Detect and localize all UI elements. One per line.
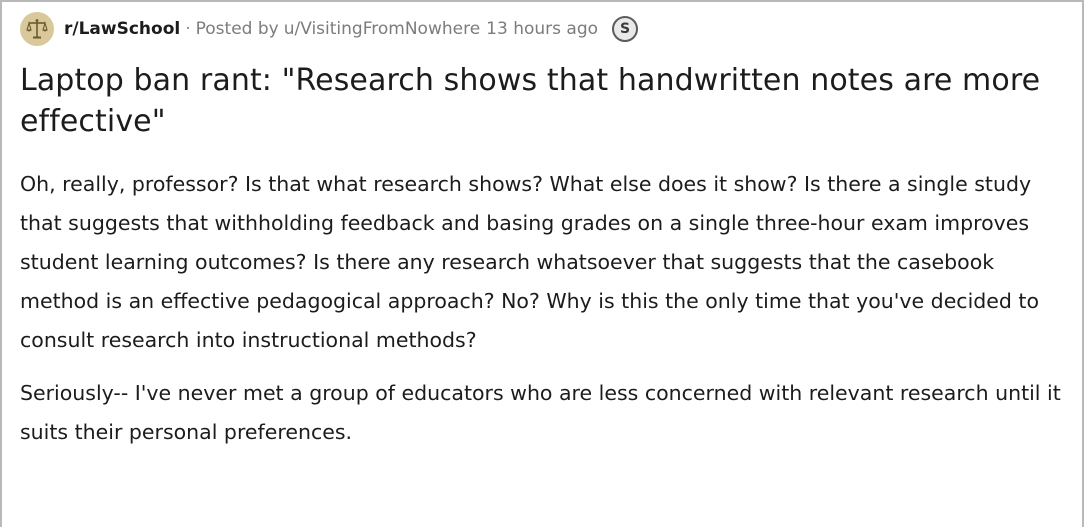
meta-separator: · <box>185 19 191 39</box>
post-body: Oh, really, professor? Is that what rese… <box>20 165 1062 452</box>
scales-of-justice-icon[interactable] <box>20 12 54 46</box>
posted-by-label: Posted by <box>195 19 279 39</box>
author-link[interactable]: u/VisitingFromNowhere <box>284 19 480 39</box>
post-meta-bar: r/LawSchool · Posted by u/VisitingFromNo… <box>20 11 1062 47</box>
silver-award-icon[interactable]: S <box>612 16 639 42</box>
post-paragraph: Seriously-- I've never met a group of ed… <box>20 381 1061 444</box>
post-paragraph: Oh, really, professor? Is that what rese… <box>20 172 1040 352</box>
post-title[interactable]: Laptop ban rant: "Research shows that ha… <box>20 60 1062 142</box>
subreddit-link[interactable]: r/LawSchool <box>64 19 180 39</box>
post-timestamp[interactable]: 13 hours ago <box>486 19 598 39</box>
award-glyph: S <box>619 21 631 37</box>
reddit-post[interactable]: r/LawSchool · Posted by u/VisitingFromNo… <box>0 0 1084 527</box>
